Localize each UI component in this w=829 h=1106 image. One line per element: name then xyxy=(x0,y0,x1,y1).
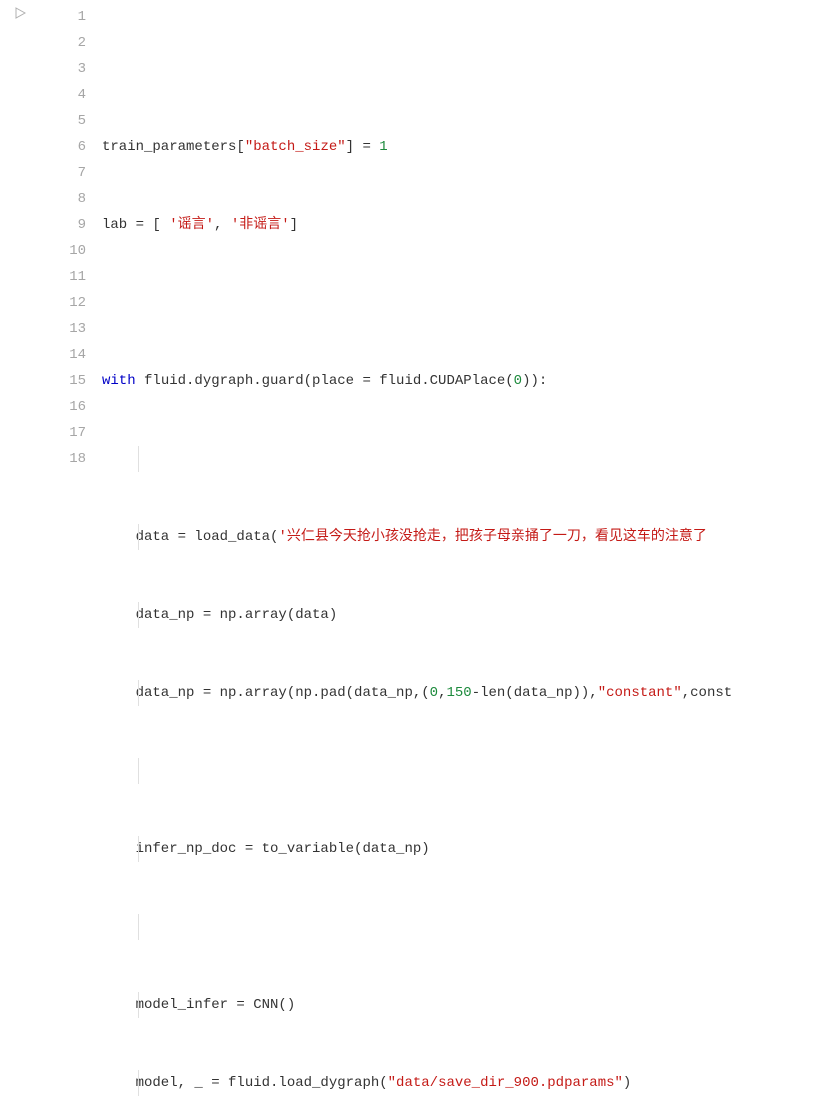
code-line: data_np = np.array(np.pad(data_np,(0,150… xyxy=(102,680,829,706)
code-editor[interactable]: train_parameters["batch_size"] = 1 lab =… xyxy=(94,0,829,1106)
code-cell: 1 2 3 4 5 6 7 8 9 10 11 12 13 14 15 16 1… xyxy=(0,0,829,1106)
line-number: 2 xyxy=(78,35,86,51)
code-line: model_infer = CNN() xyxy=(102,992,829,1018)
code-line xyxy=(102,56,829,82)
code-line: data_np = np.array(data) xyxy=(102,602,829,628)
code-line: train_parameters["batch_size"] = 1 xyxy=(102,134,829,160)
code-line xyxy=(102,446,829,472)
code-line: model, _ = fluid.load_dygraph("data/save… xyxy=(102,1070,829,1096)
line-number-gutter: 1 2 3 4 5 6 7 8 9 10 11 12 13 14 15 16 1… xyxy=(40,0,94,1106)
line-number: 11 xyxy=(69,269,86,285)
line-number: 18 xyxy=(69,451,86,467)
line-number: 17 xyxy=(69,425,86,441)
line-number: 14 xyxy=(69,347,86,363)
line-number: 15 xyxy=(69,373,86,389)
line-number: 3 xyxy=(78,61,86,77)
run-icon[interactable] xyxy=(14,6,26,22)
line-number: 10 xyxy=(69,243,86,259)
code-line: with fluid.dygraph.guard(place = fluid.C… xyxy=(102,368,829,394)
line-number: 16 xyxy=(69,399,86,415)
line-number: 13 xyxy=(69,321,86,337)
code-line xyxy=(102,290,829,316)
line-number: 5 xyxy=(78,113,86,129)
code-line xyxy=(102,914,829,940)
line-number: 9 xyxy=(78,217,86,233)
line-number: 8 xyxy=(78,191,86,207)
code-line xyxy=(102,758,829,784)
code-line: data = load_data('兴仁县今天抢小孩没抢走，把孩子母亲捅了一刀，… xyxy=(102,524,829,550)
line-number: 7 xyxy=(78,165,86,181)
line-number: 1 xyxy=(78,9,86,25)
code-line: lab = [ '谣言', '非谣言'] xyxy=(102,212,829,238)
code-line: infer_np_doc = to_variable(data_np) xyxy=(102,836,829,862)
line-number: 6 xyxy=(78,139,86,155)
run-column xyxy=(0,0,40,1106)
line-number: 4 xyxy=(78,87,86,103)
line-number: 12 xyxy=(69,295,86,311)
